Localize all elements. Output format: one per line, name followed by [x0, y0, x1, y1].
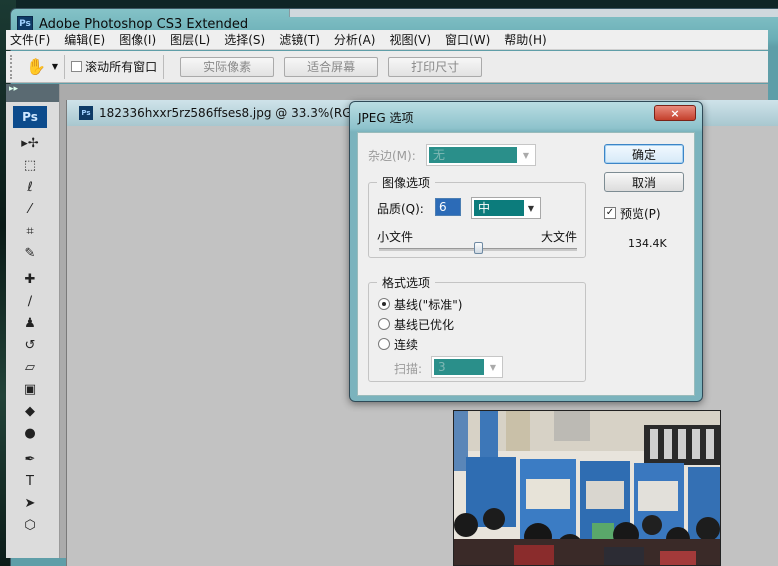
- clone-stamp-tool-icon[interactable]: ♟: [13, 312, 47, 334]
- menu-help[interactable]: 帮助(H): [504, 31, 546, 48]
- scans-label: 扫描:: [394, 362, 423, 376]
- move-tool-icon[interactable]: ▸✢: [13, 132, 47, 154]
- image-options-group: 图像选项 品质(Q): 6 中 ▼ 小文件 大文件: [368, 174, 586, 258]
- quality-label: 品质(Q):: [377, 202, 424, 216]
- format-options-title: 格式选项: [377, 274, 436, 291]
- matte-value: 无: [429, 147, 517, 163]
- divider: [64, 54, 66, 79]
- crop-tool-icon[interactable]: ⌗: [13, 220, 47, 242]
- radio-progressive[interactable]: [378, 338, 390, 350]
- background-window-edge: [289, 9, 778, 17]
- chevron-down-icon: ▼: [522, 150, 530, 160]
- menu-filter[interactable]: 滤镜(T): [279, 31, 320, 48]
- type-tool-icon[interactable]: T: [13, 470, 47, 492]
- file-size-readout: 134.4K: [628, 237, 667, 250]
- jpeg-options-dialog: JPEG 选项 × 杂边(M): 无 ▼ 图像选项 品质(Q): 6 中 ▼ 小…: [349, 101, 703, 402]
- matte-label: 杂边(M):: [368, 149, 416, 163]
- shape-tool-icon[interactable]: ⬡: [13, 514, 47, 536]
- ok-button[interactable]: 确定: [604, 144, 684, 164]
- menu-edit[interactable]: 编辑(E): [64, 31, 105, 48]
- marquee-tool-icon[interactable]: ⬚: [13, 154, 47, 176]
- menu-select[interactable]: 选择(S): [224, 31, 265, 48]
- dialog-body: 杂边(M): 无 ▼ 图像选项 品质(Q): 6 中 ▼ 小文件 大文件 格式选…: [357, 132, 695, 396]
- menu-file[interactable]: 文件(F): [10, 31, 50, 48]
- history-brush-tool-icon[interactable]: ↺: [13, 334, 47, 356]
- options-bar: ✋ ▼ 滚动所有窗口 实际像素 适合屏幕 打印尺寸: [6, 51, 768, 83]
- quality-input[interactable]: 6: [435, 198, 461, 216]
- matte-select[interactable]: 无 ▼: [426, 144, 536, 166]
- small-file-label: 小文件: [377, 230, 414, 244]
- toolbox-panel: ▸▸ Ps ▸✢ ⬚ ℓ ⁄ ⌗ ✎ ✚ ∕ ♟ ↺ ▱ ▣ ◆ ● ✒ T ➤…: [6, 84, 60, 558]
- scans-select[interactable]: 3 ▼: [431, 356, 503, 378]
- scroll-all-windows-checkbox[interactable]: [71, 61, 83, 72]
- menu-image[interactable]: 图像(I): [119, 31, 156, 48]
- document-title: 182336hxxr5rz586ffses8.jpg @ 33.3%(RGB/: [99, 106, 364, 120]
- blur-tool-icon[interactable]: ◆: [13, 400, 47, 422]
- print-size-button[interactable]: 打印尺寸: [388, 56, 483, 77]
- tool-preset-dropdown-icon[interactable]: ▼: [52, 62, 58, 71]
- large-file-label: 大文件: [540, 230, 577, 244]
- document-icon: Ps: [79, 106, 93, 120]
- radio-baseline-optimized[interactable]: [378, 318, 390, 330]
- menu-layer[interactable]: 图层(L): [170, 31, 210, 48]
- menu-bar: 文件(F) 编辑(E) 图像(I) 图层(L) 选择(S) 滤镜(T) 分析(A…: [6, 30, 768, 50]
- quality-preset-value: 中: [474, 200, 524, 216]
- menu-view[interactable]: 视图(V): [389, 31, 431, 48]
- image-canvas[interactable]: [453, 410, 721, 566]
- menu-analysis[interactable]: 分析(A): [334, 31, 376, 48]
- preview-checkbox[interactable]: ✓: [604, 207, 616, 219]
- photoshop-logo[interactable]: Ps: [13, 106, 47, 128]
- cancel-button[interactable]: 取消: [604, 172, 684, 192]
- baseline-standard-label: 基线("标准"): [394, 298, 463, 312]
- gradient-tool-icon[interactable]: ▣: [13, 378, 47, 400]
- chevron-down-icon: ▼: [527, 203, 535, 213]
- photo-preview: [454, 411, 720, 565]
- image-options-title: 图像选项: [377, 174, 436, 191]
- fit-screen-button[interactable]: 适合屏幕: [284, 56, 379, 77]
- progressive-label: 连续: [394, 338, 419, 352]
- divider: [163, 54, 165, 79]
- quality-preset-select[interactable]: 中 ▼: [471, 197, 541, 219]
- pen-tool-icon[interactable]: ✒: [13, 448, 47, 470]
- toolbox-header[interactable]: ▸▸: [6, 84, 59, 102]
- eraser-tool-icon[interactable]: ▱: [13, 356, 47, 378]
- lasso-tool-icon[interactable]: ℓ: [13, 176, 47, 198]
- radio-baseline-standard[interactable]: [378, 298, 390, 310]
- scroll-all-windows-label: 滚动所有窗口: [85, 60, 158, 74]
- slice-tool-icon[interactable]: ✎: [13, 242, 47, 264]
- format-options-group: 格式选项 基线("标准") 基线已优化 连续 扫描: 3 ▼: [368, 274, 586, 382]
- dialog-title: JPEG 选项: [358, 111, 414, 125]
- quality-slider-thumb[interactable]: [473, 242, 483, 254]
- path-selection-tool-icon[interactable]: ➤: [13, 492, 47, 514]
- hand-tool-icon[interactable]: ✋: [26, 57, 46, 76]
- healing-brush-tool-icon[interactable]: ✚: [13, 268, 47, 290]
- close-button[interactable]: ×: [654, 105, 696, 121]
- magic-wand-tool-icon[interactable]: ⁄: [13, 198, 47, 220]
- brush-tool-icon[interactable]: ∕: [13, 290, 47, 312]
- actual-pixels-button[interactable]: 实际像素: [180, 56, 275, 77]
- dodge-tool-icon[interactable]: ●: [13, 422, 47, 444]
- scans-value: 3: [434, 359, 484, 375]
- chevron-down-icon: ▼: [489, 362, 497, 372]
- menu-window[interactable]: 窗口(W): [445, 31, 490, 48]
- options-bar-grip[interactable]: [10, 54, 16, 79]
- close-icon: ×: [670, 106, 680, 120]
- preview-label: 预览(P): [620, 207, 661, 221]
- baseline-optimized-label: 基线已优化: [394, 318, 455, 332]
